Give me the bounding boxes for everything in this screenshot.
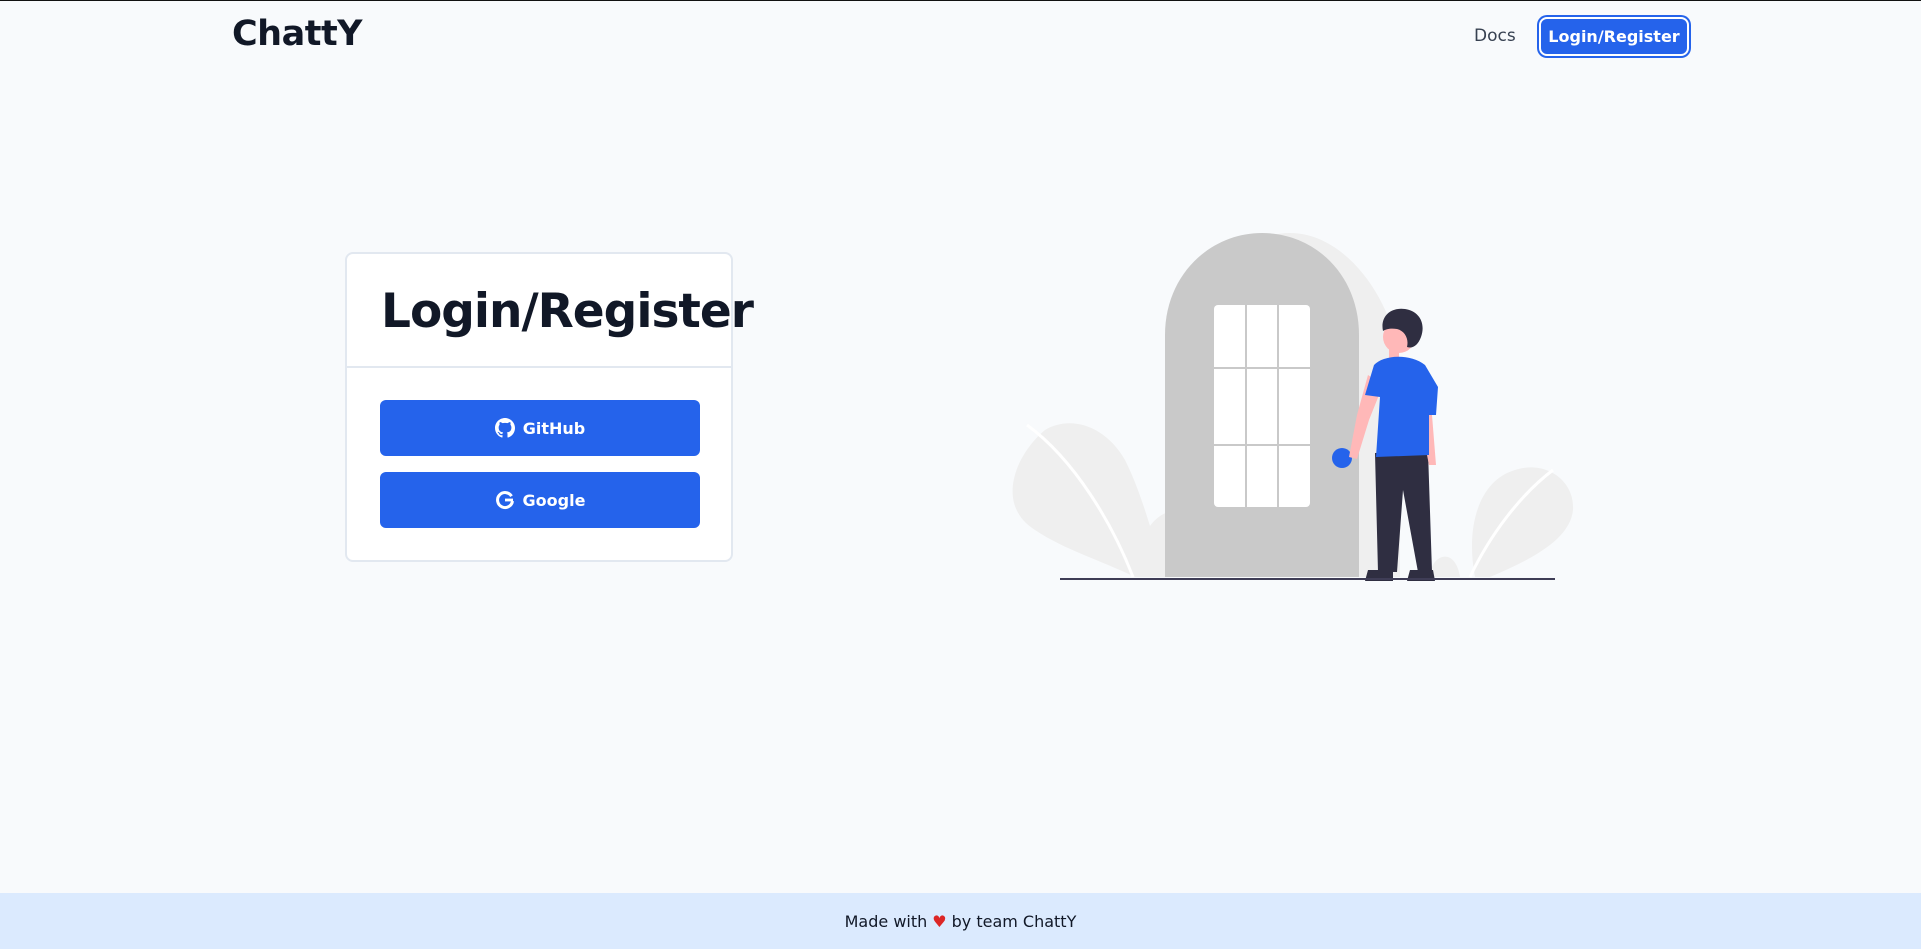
google-button-label: Google [522,490,586,510]
login-card: Login/Register GitHub Google [345,252,754,562]
docs-link[interactable]: Docs [1474,26,1516,46]
google-icon [495,490,515,510]
card-divider [347,366,731,368]
footer: Made with ♥ by team ChattY [0,893,1921,949]
card-title: Login/Register [381,284,754,339]
navbar: ChattY Docs Login/Register [0,0,1921,74]
login-register-nav-button[interactable]: Login/Register [1539,17,1689,56]
github-button-label: GitHub [522,418,586,438]
github-icon [494,418,515,438]
logo[interactable]: ChattY [232,14,363,54]
heart-icon: ♥ [932,911,947,931]
person-at-door-illustration [985,225,1580,585]
google-login-button[interactable]: Google [380,472,700,528]
footer-suffix: by team ChattY [951,911,1077,931]
github-login-button[interactable]: GitHub [380,400,700,456]
footer-prefix: Made with [844,911,928,931]
